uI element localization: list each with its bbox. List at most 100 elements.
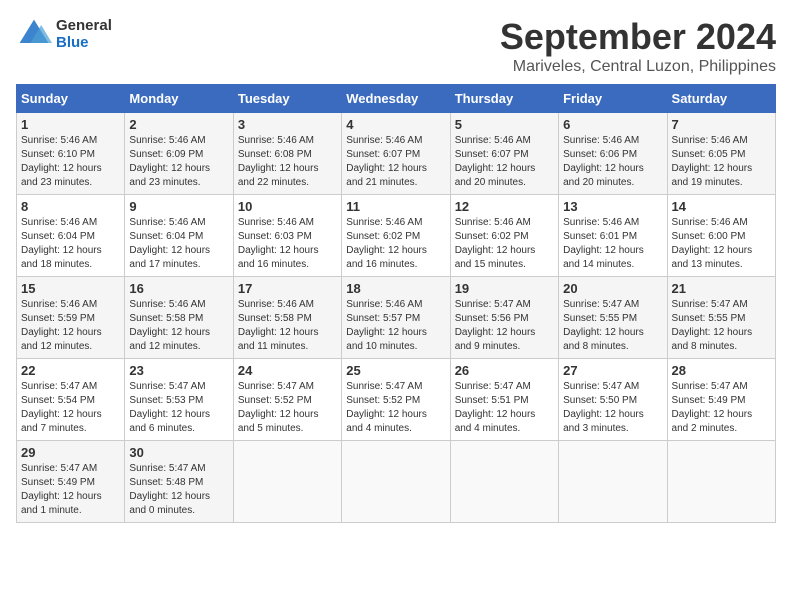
day-info: Sunrise: 5:46 AM Sunset: 6:00 PM Dayligh… <box>672 216 771 272</box>
day-number: 29 <box>21 445 120 460</box>
day-info: Sunrise: 5:46 AM Sunset: 5:59 PM Dayligh… <box>21 298 120 354</box>
day-info: Sunrise: 5:47 AM Sunset: 5:48 PM Dayligh… <box>129 462 228 518</box>
day-number: 18 <box>346 281 445 296</box>
day-info: Sunrise: 5:46 AM Sunset: 6:07 PM Dayligh… <box>346 134 445 190</box>
location-title: Mariveles, Central Luzon, Philippines <box>500 58 776 76</box>
day-cell: 9 Sunrise: 5:46 AM Sunset: 6:04 PM Daylig… <box>125 195 233 277</box>
day-info: Sunrise: 5:46 AM Sunset: 6:03 PM Dayligh… <box>238 216 337 272</box>
day-number: 16 <box>129 281 228 296</box>
day-number: 28 <box>672 363 771 378</box>
day-cell <box>559 441 667 523</box>
day-number: 30 <box>129 445 228 460</box>
day-number: 8 <box>21 199 120 214</box>
header-friday: Friday <box>559 85 667 113</box>
week-row-3: 15 Sunrise: 5:46 AM Sunset: 5:59 PM Dayli… <box>17 277 776 359</box>
day-cell <box>233 441 341 523</box>
day-cell: 20Sunrise: 5:47 AM Sunset: 5:55 PM Dayli… <box>559 277 667 359</box>
title-block: September 2024 Mariveles, Central Luzon,… <box>500 16 776 76</box>
day-cell: 2 Sunrise: 5:46 AM Sunset: 6:09 PM Daylig… <box>125 113 233 195</box>
day-number: 17 <box>238 281 337 296</box>
day-number: 21 <box>672 281 771 296</box>
header-monday: Monday <box>125 85 233 113</box>
day-info: Sunrise: 5:46 AM Sunset: 6:06 PM Dayligh… <box>563 134 662 190</box>
day-number: 3 <box>238 117 337 132</box>
day-number: 27 <box>563 363 662 378</box>
week-row-5: 29 Sunrise: 5:47 AM Sunset: 5:49 PM Dayli… <box>17 441 776 523</box>
day-cell: 7 Sunrise: 5:46 AM Sunset: 6:05 PM Daylig… <box>667 113 775 195</box>
day-cell: 28 Sunrise: 5:47 AM Sunset: 5:49 PM Dayli… <box>667 359 775 441</box>
day-number: 23 <box>129 363 228 378</box>
day-cell: 18 Sunrise: 5:46 AM Sunset: 5:57 PM Dayli… <box>342 277 450 359</box>
day-number: 22 <box>21 363 120 378</box>
day-cell: 16 Sunrise: 5:46 AM Sunset: 5:58 PM Dayli… <box>125 277 233 359</box>
day-info: Sunrise: 5:46 AM Sunset: 6:10 PM Dayligh… <box>21 134 120 190</box>
day-number: 13 <box>563 199 662 214</box>
day-cell: 24 Sunrise: 5:47 AM Sunset: 5:52 PM Dayli… <box>233 359 341 441</box>
day-number: 25 <box>346 363 445 378</box>
day-number: 7 <box>672 117 771 132</box>
day-number: 11 <box>346 199 445 214</box>
day-info: Sunrise: 5:47 AM Sunset: 5:50 PM Dayligh… <box>563 380 662 436</box>
header-saturday: Saturday <box>667 85 775 113</box>
header-row: SundayMondayTuesdayWednesdayThursdayFrid… <box>17 85 776 113</box>
week-row-2: 8 Sunrise: 5:46 AM Sunset: 6:04 PM Daylig… <box>17 195 776 277</box>
header-sunday: Sunday <box>17 85 125 113</box>
week-row-4: 22Sunrise: 5:47 AM Sunset: 5:54 PM Dayli… <box>17 359 776 441</box>
day-cell: 17Sunrise: 5:46 AM Sunset: 5:58 PM Dayli… <box>233 277 341 359</box>
day-cell: 8 Sunrise: 5:46 AM Sunset: 6:04 PM Daylig… <box>17 195 125 277</box>
day-cell: 19Sunrise: 5:47 AM Sunset: 5:56 PM Dayli… <box>450 277 558 359</box>
day-cell: 1Sunrise: 5:46 AM Sunset: 6:10 PM Daylig… <box>17 113 125 195</box>
day-number: 10 <box>238 199 337 214</box>
day-number: 14 <box>672 199 771 214</box>
header-tuesday: Tuesday <box>233 85 341 113</box>
day-cell: 12Sunrise: 5:46 AM Sunset: 6:02 PM Dayli… <box>450 195 558 277</box>
day-number: 4 <box>346 117 445 132</box>
logo: General Blue <box>16 16 112 52</box>
day-info: Sunrise: 5:46 AM Sunset: 5:57 PM Dayligh… <box>346 298 445 354</box>
day-info: Sunrise: 5:46 AM Sunset: 6:09 PM Dayligh… <box>129 134 228 190</box>
day-number: 19 <box>455 281 554 296</box>
day-cell: 11 Sunrise: 5:46 AM Sunset: 6:02 PM Dayli… <box>342 195 450 277</box>
day-cell: 30 Sunrise: 5:47 AM Sunset: 5:48 PM Dayli… <box>125 441 233 523</box>
day-cell: 29 Sunrise: 5:47 AM Sunset: 5:49 PM Dayli… <box>17 441 125 523</box>
day-cell: 26Sunrise: 5:47 AM Sunset: 5:51 PM Dayli… <box>450 359 558 441</box>
logo-text: General Blue <box>56 17 112 51</box>
day-cell: 13 Sunrise: 5:46 AM Sunset: 6:01 PM Dayli… <box>559 195 667 277</box>
day-info: Sunrise: 5:46 AM Sunset: 5:58 PM Dayligh… <box>129 298 228 354</box>
day-number: 9 <box>129 199 228 214</box>
header-thursday: Thursday <box>450 85 558 113</box>
day-cell: 27 Sunrise: 5:47 AM Sunset: 5:50 PM Dayli… <box>559 359 667 441</box>
day-number: 24 <box>238 363 337 378</box>
day-info: Sunrise: 5:47 AM Sunset: 5:52 PM Dayligh… <box>346 380 445 436</box>
day-number: 26 <box>455 363 554 378</box>
day-number: 15 <box>21 281 120 296</box>
day-info: Sunrise: 5:46 AM Sunset: 6:02 PM Dayligh… <box>346 216 445 272</box>
day-cell: 4 Sunrise: 5:46 AM Sunset: 6:07 PM Daylig… <box>342 113 450 195</box>
day-cell: 22Sunrise: 5:47 AM Sunset: 5:54 PM Dayli… <box>17 359 125 441</box>
day-cell: 21 Sunrise: 5:47 AM Sunset: 5:55 PM Dayli… <box>667 277 775 359</box>
day-info: Sunrise: 5:47 AM Sunset: 5:49 PM Dayligh… <box>672 380 771 436</box>
day-cell: 25 Sunrise: 5:47 AM Sunset: 5:52 PM Dayli… <box>342 359 450 441</box>
day-cell <box>342 441 450 523</box>
day-info: Sunrise: 5:47 AM Sunset: 5:52 PM Dayligh… <box>238 380 337 436</box>
day-cell: 23 Sunrise: 5:47 AM Sunset: 5:53 PM Dayli… <box>125 359 233 441</box>
day-cell: 3Sunrise: 5:46 AM Sunset: 6:08 PM Daylig… <box>233 113 341 195</box>
day-number: 12 <box>455 199 554 214</box>
day-info: Sunrise: 5:46 AM Sunset: 6:04 PM Dayligh… <box>129 216 228 272</box>
header-wednesday: Wednesday <box>342 85 450 113</box>
day-info: Sunrise: 5:47 AM Sunset: 5:53 PM Dayligh… <box>129 380 228 436</box>
logo-icon <box>16 16 52 52</box>
calendar-table: SundayMondayTuesdayWednesdayThursdayFrid… <box>16 84 776 523</box>
day-number: 6 <box>563 117 662 132</box>
day-number: 2 <box>129 117 228 132</box>
day-info: Sunrise: 5:46 AM Sunset: 6:07 PM Dayligh… <box>455 134 554 190</box>
day-info: Sunrise: 5:46 AM Sunset: 6:04 PM Dayligh… <box>21 216 120 272</box>
day-cell <box>450 441 558 523</box>
day-cell: 15 Sunrise: 5:46 AM Sunset: 5:59 PM Dayli… <box>17 277 125 359</box>
day-info: Sunrise: 5:47 AM Sunset: 5:55 PM Dayligh… <box>672 298 771 354</box>
day-info: Sunrise: 5:46 AM Sunset: 6:01 PM Dayligh… <box>563 216 662 272</box>
day-number: 20 <box>563 281 662 296</box>
day-number: 5 <box>455 117 554 132</box>
day-info: Sunrise: 5:46 AM Sunset: 6:05 PM Dayligh… <box>672 134 771 190</box>
day-info: Sunrise: 5:47 AM Sunset: 5:49 PM Dayligh… <box>21 462 120 518</box>
